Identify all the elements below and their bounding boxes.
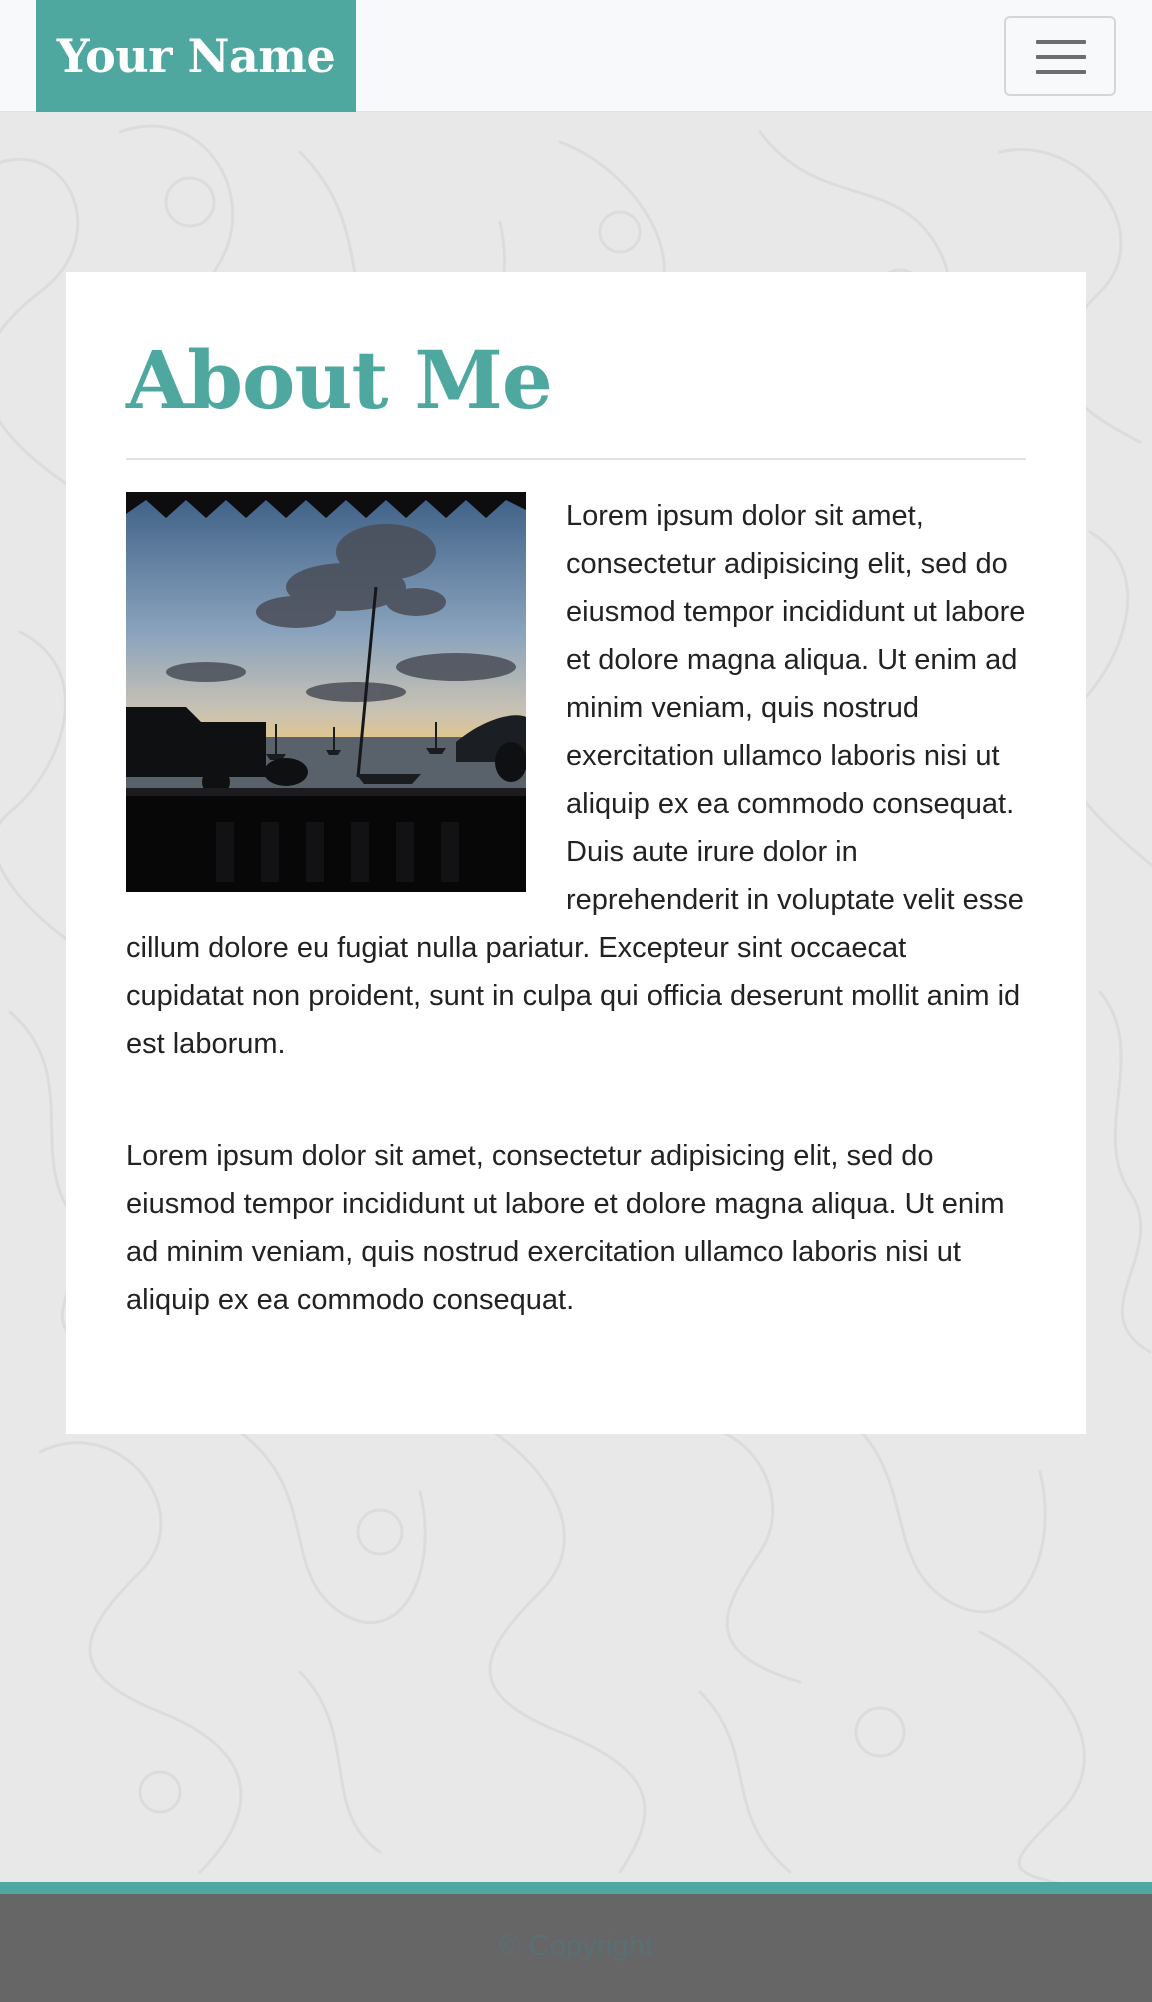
about-card: About Me Lorem ipsum dolor sit amet, con…: [66, 272, 1086, 1434]
title-divider: [126, 458, 1026, 460]
copyright-text: © Copyright: [499, 1930, 653, 1962]
about-content: Lorem ipsum dolor sit amet, consectetur …: [126, 492, 1026, 1324]
sunset-harbor-photo: [126, 492, 526, 892]
brand-logo-link[interactable]: Your Name: [36, 0, 356, 112]
about-paragraph-2: Lorem ipsum dolor sit amet, consectetur …: [126, 1140, 1005, 1316]
page-title: About Me: [126, 333, 553, 427]
navbar-toggle-button[interactable]: [1004, 16, 1116, 96]
sunset-harbor-image: [126, 492, 526, 892]
top-navbar: Your Name: [0, 0, 1152, 112]
page-footer: © Copyright: [0, 1882, 1152, 2002]
